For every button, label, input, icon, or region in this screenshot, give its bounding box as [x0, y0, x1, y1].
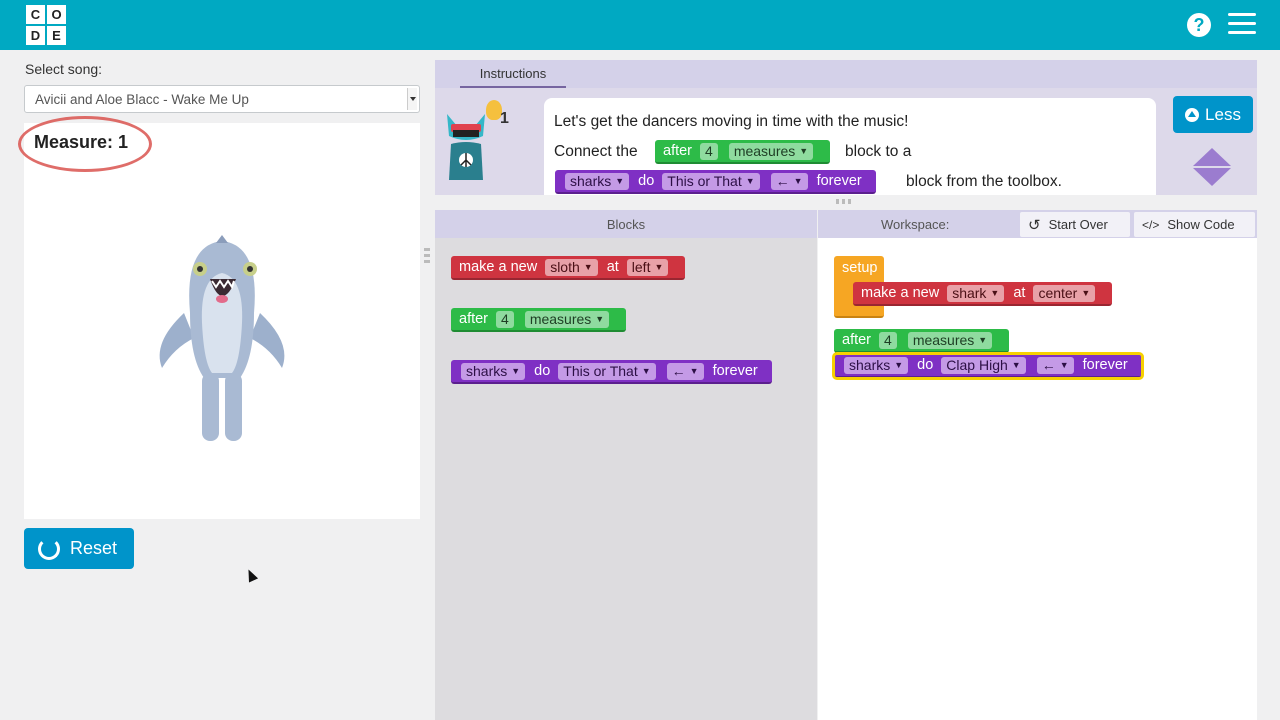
undo-icon: ↺	[1028, 216, 1041, 234]
block-after-text: after	[459, 311, 489, 327]
start-over-label: Start Over	[1048, 217, 1108, 232]
reset-button-label: Reset	[70, 538, 118, 558]
show-code-label: Show Code	[1167, 217, 1235, 232]
instruction-sharks-block: sharks ▼ do This or That ▼ ← ▼ forever	[555, 170, 876, 194]
block-location-dropdown[interactable]: left ▼	[626, 258, 669, 276]
instruction-line-2-start: Connect the	[554, 143, 638, 160]
dance-stage	[24, 123, 420, 519]
measure-highlight-circle	[18, 116, 152, 172]
logo-letter-e: E	[46, 25, 67, 46]
hint-count: 1	[500, 110, 509, 127]
instruction-after-block: after 4 measures ▼	[655, 140, 831, 164]
help-icon[interactable]: ?	[1187, 13, 1211, 37]
block-dancer-dropdown: sharks ▼	[565, 172, 630, 190]
block-do-text: do	[638, 173, 655, 189]
toolbox-after-block[interactable]: after 4 measures ▼	[451, 308, 627, 332]
block-character-dropdown[interactable]: sloth ▼	[545, 258, 598, 276]
block-measure-count[interactable]: 4	[879, 331, 897, 349]
block-at-text: at	[606, 259, 619, 275]
block-at-text: at	[1013, 285, 1026, 301]
setup-label: setup	[842, 260, 878, 276]
block-do-text: do	[917, 357, 934, 373]
logo-letter-o: O	[46, 4, 67, 25]
code-icon: </>	[1142, 217, 1160, 232]
logo-letter-c: C	[25, 4, 46, 25]
panel-resize-grip[interactable]	[424, 248, 430, 266]
show-code-button[interactable]: </> Show Code	[1134, 212, 1255, 237]
tab-instructions[interactable]: Instructions	[460, 60, 566, 88]
less-button-label: Less	[1205, 104, 1241, 124]
reset-icon	[38, 537, 60, 560]
resize-arrows-icon[interactable]	[1193, 148, 1231, 186]
start-over-button[interactable]: ↺ Start Over	[1020, 212, 1130, 237]
instruction-line-3-end: block from the toolbox.	[906, 173, 1062, 190]
block-move-dropdown[interactable]: Clap High ▼	[941, 356, 1026, 374]
block-after-text: after	[842, 332, 872, 348]
block-forever-text: forever	[816, 173, 862, 189]
toolbox-make-new-block[interactable]: make a new sloth ▼ at left ▼	[451, 256, 686, 280]
workspace-sharks-do-block[interactable]: sharks ▼ do Clap High ▼ ← ▼ forever	[832, 352, 1144, 380]
top-bar: C O D E ?	[0, 0, 1280, 50]
block-do-text: do	[534, 363, 551, 379]
block-direction-dropdown: ← ▼	[770, 172, 808, 190]
instruction-line-2-end: block to a	[845, 143, 912, 160]
block-make-new-text: make a new	[459, 259, 538, 275]
hamburger-menu-icon[interactable]	[1228, 13, 1256, 35]
instructions-resize-grip[interactable]	[836, 199, 854, 204]
mouse-cursor-icon	[243, 567, 259, 583]
song-select[interactable]: Avicii and Aloe Blacc - Wake Me Up	[24, 85, 420, 113]
block-direction-dropdown[interactable]: ← ▼	[666, 362, 704, 380]
logo-letter-d: D	[25, 25, 46, 46]
block-measure-count: 4	[700, 142, 718, 160]
block-measures-dropdown[interactable]: measures ▼	[524, 310, 610, 328]
workspace-after-block[interactable]: after 4 measures ▼	[834, 329, 1010, 353]
workspace-make-new-block[interactable]: make a new shark ▼ at center ▼	[853, 282, 1113, 306]
chevron-up-icon	[1185, 107, 1200, 122]
block-dancer-dropdown[interactable]: sharks ▼	[844, 356, 909, 374]
toolbox-header: Blocks	[435, 210, 817, 238]
shark-dancer	[159, 235, 285, 441]
reset-button[interactable]: Reset	[24, 528, 134, 569]
code-org-logo[interactable]: C O D E	[25, 4, 67, 46]
block-forever-text: forever	[1082, 357, 1128, 373]
block-direction-dropdown[interactable]: ← ▼	[1036, 356, 1074, 374]
block-forever-text: forever	[712, 363, 758, 379]
block-after-text: after	[663, 143, 693, 159]
toolbox-sharks-do-block[interactable]: sharks ▼ do This or That ▼ ← ▼ forever	[451, 360, 772, 384]
chevron-down-icon	[407, 88, 417, 110]
workspace-title: Workspace:	[881, 217, 950, 232]
song-select-value: Avicii and Aloe Blacc - Wake Me Up	[35, 92, 249, 107]
select-song-label: Select song:	[25, 61, 103, 77]
block-character-dropdown[interactable]: shark ▼	[947, 284, 1005, 302]
block-measure-count[interactable]: 4	[496, 310, 514, 328]
block-dancer-dropdown[interactable]: sharks ▼	[461, 362, 526, 380]
block-location-dropdown[interactable]: center ▼	[1033, 284, 1096, 302]
block-measures-dropdown[interactable]: measures ▼	[907, 331, 993, 349]
block-move-dropdown: This or That ▼	[662, 172, 760, 190]
block-move-dropdown[interactable]: This or That ▼	[558, 362, 656, 380]
cat-avatar-icon	[447, 114, 485, 180]
block-measures-dropdown: measures ▼	[728, 142, 814, 160]
instruction-line-1: Let's get the dancers moving in time wit…	[554, 113, 909, 130]
less-button[interactable]: Less	[1173, 96, 1253, 133]
block-make-new-text: make a new	[861, 285, 940, 301]
